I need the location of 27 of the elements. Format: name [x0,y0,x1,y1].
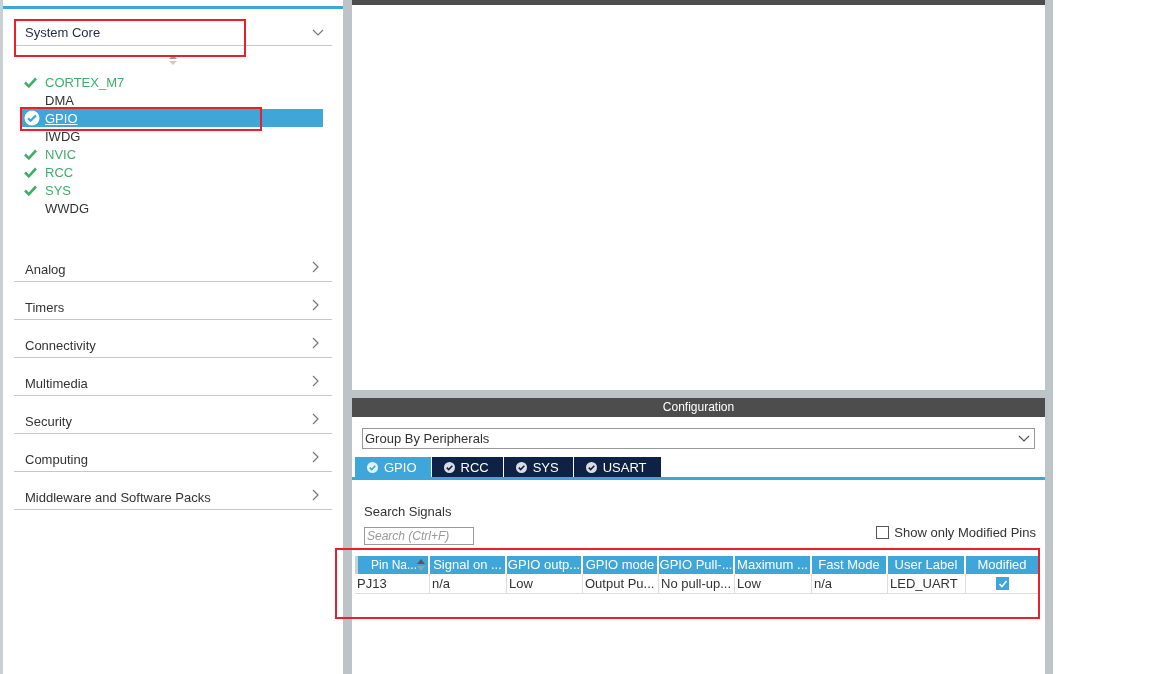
peripheral-tab[interactable]: SYS [503,457,573,477]
table-cell: Output Pu... [583,574,659,593]
section-header[interactable]: System Core [14,20,332,46]
table-cell: Low [735,574,812,593]
category-header[interactable]: Analog [14,244,332,282]
table-cell: n/a [430,574,507,593]
peripheral-tab[interactable]: RCC [431,457,503,477]
peripheral-item[interactable]: IWDG [45,128,81,144]
table-cell: PJ13 [355,574,430,593]
category-header[interactable]: Security [14,396,332,434]
group-by-dropdown[interactable]: Group By Peripherals [362,428,1035,449]
category-header[interactable]: Computing [14,434,332,472]
search-label: Search Signals [364,504,453,519]
category-header[interactable]: Timers [14,282,332,320]
category-header[interactable]: Multimedia [14,358,332,396]
checkbox-label: Show only Modified Pins [894,525,1036,540]
panel-title: Configuration [352,398,1045,417]
peripheral-tab[interactable]: USART [573,457,661,477]
peripheral-item[interactable]: WWDG [45,200,90,216]
search-field[interactable]: Search (Ctrl+F) [364,527,474,545]
table-cell: LED_UART [888,574,966,593]
table-cell: n/a [812,574,888,593]
category-header[interactable]: Middleware and Software Packs [14,472,332,510]
table-cell: No pull-up... [659,574,735,593]
category-header[interactable]: Connectivity [14,320,332,358]
peripheral-item[interactable]: DMA [45,92,74,108]
table-cell: Low [507,574,583,593]
